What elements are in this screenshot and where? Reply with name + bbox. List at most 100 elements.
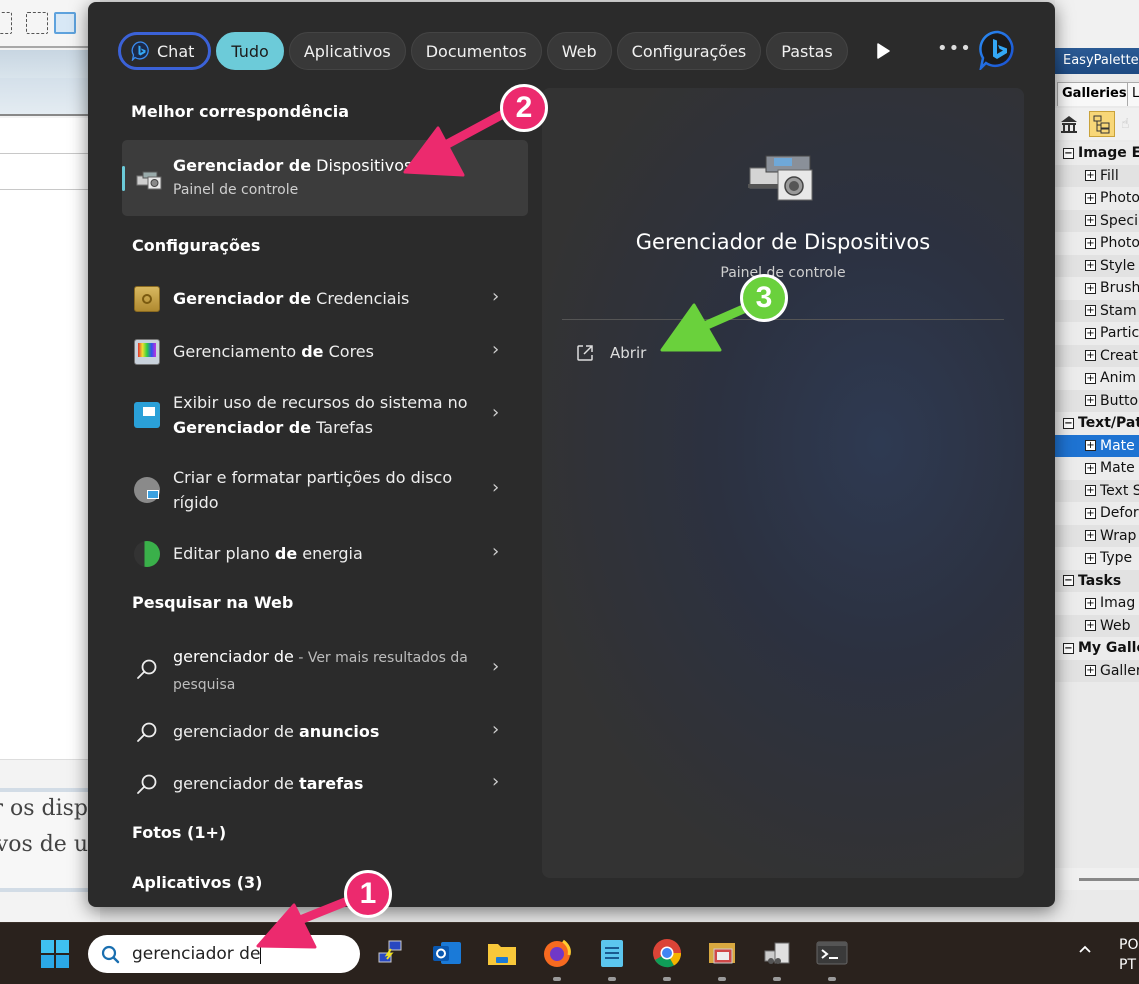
web-search-item[interactable]: gerenciador de anuncios › [118,717,538,747]
tree-item[interactable]: + Brush [1055,277,1139,300]
expand-icon[interactable]: + [1085,350,1096,362]
expand-icon[interactable]: + [1085,440,1096,452]
tree-group[interactable]: − Tasks [1055,569,1139,592]
remote-desktop-icon[interactable] [375,937,407,969]
tree-group[interactable]: − Text/Pat [1055,412,1139,435]
settings-item-color-management[interactable]: Gerenciamento de Cores › [118,337,538,367]
expand-icon[interactable]: + [1085,620,1096,632]
expand-icon[interactable]: + [1085,215,1096,227]
tree-item[interactable]: + Style [1055,254,1139,277]
settings-item-disk-partition[interactable]: Criar e formatar partições do disco rígi… [118,465,538,517]
tree-item[interactable]: + Mate [1055,434,1139,457]
open-button[interactable]: Abrir [576,344,646,362]
filter-tudo[interactable]: Tudo [216,32,284,70]
tree-item[interactable]: + Defor [1055,502,1139,525]
collapse-icon[interactable]: − [1063,147,1074,159]
tree-item[interactable]: + Galler [1055,659,1139,682]
expand-icon[interactable]: + [1085,305,1096,317]
notepad-icon[interactable] [596,937,628,981]
tree-item[interactable]: + Anim [1055,367,1139,390]
expand-icon[interactable]: + [1085,395,1096,407]
expand-icon[interactable]: + [1085,192,1096,204]
item-label: Editar plano de energia [173,544,363,563]
selection-hand-active-icon[interactable] [54,12,76,34]
photo-gallery-icon[interactable] [706,937,738,981]
home-gallery-icon[interactable] [1059,114,1079,134]
tree-item[interactable]: + Creat [1055,344,1139,367]
expand-icon[interactable]: + [1085,507,1096,519]
expand-icon[interactable]: + [1085,530,1096,542]
tree-item[interactable]: + Mate [1055,457,1139,480]
expand-icon[interactable]: + [1085,485,1096,497]
best-match-subtitle: Painel de controle [173,182,299,198]
filter-aplicativos[interactable]: Aplicativos [288,32,406,70]
filter-configuracoes[interactable]: Configurações [616,32,762,70]
tree-item[interactable]: + Speci [1055,209,1139,232]
outlook-icon[interactable] [431,937,463,969]
language-indicator[interactable]: PO PT [1119,935,1138,975]
filter-web[interactable]: Web [546,32,612,70]
windows-start-icon[interactable] [40,939,70,969]
tree-group[interactable]: −My Galle [1055,637,1139,660]
chrome-icon[interactable] [651,937,683,981]
expand-icon[interactable]: + [1085,170,1096,182]
tree-item[interactable]: + Type [1055,547,1139,570]
best-match-item[interactable]: Gerenciador de Dispositivos Painel de co… [122,140,528,216]
filter-pastas[interactable]: Pastas [766,32,848,70]
tree-view-icon[interactable] [1089,111,1115,137]
section-photos[interactable]: Fotos (1+) [132,823,226,842]
bing-chat-button[interactable] [978,30,1018,72]
tree-group[interactable]: −Image Er [1055,142,1139,165]
expand-icon[interactable]: + [1085,327,1096,339]
settings-item-task-manager[interactable]: Exibir uso de recursos do sistema no Ger… [118,390,538,442]
toolbar-button[interactable] [0,12,12,34]
search-icon [137,722,157,742]
settings-item-power-plan[interactable]: Editar plano de energia › [118,539,538,569]
expand-icon[interactable]: + [1085,372,1096,384]
section-apps[interactable]: Aplicativos (3) [132,873,263,892]
tree-item[interactable]: + Wrap [1055,524,1139,547]
tree-item[interactable]: + Partic [1055,322,1139,345]
collapse-icon[interactable]: − [1063,642,1074,654]
tree-item[interactable]: + Photo [1055,187,1139,210]
device-manager-icon[interactable] [761,937,793,981]
tree-item[interactable]: + Butto [1055,389,1139,412]
tree-item[interactable]: + Fill [1055,164,1139,187]
web-search-item[interactable]: gerenciador de tarefas › [118,769,538,799]
tree-label: Web [1100,617,1131,634]
item-label: Gerenciador de Credenciais [173,289,410,308]
horizontal-scrollbar[interactable] [1055,868,1139,890]
selection-accent [122,166,125,191]
collapse-icon[interactable]: − [1063,417,1074,429]
expand-icon[interactable]: + [1085,462,1096,474]
filter-chat[interactable]: Chat [118,32,212,70]
firefox-icon[interactable] [541,937,573,981]
expand-icon[interactable]: + [1085,552,1096,564]
filter-documentos[interactable]: Documentos [410,32,542,70]
credential-manager-icon [134,286,160,312]
tree-item[interactable]: + Web [1055,614,1139,637]
terminal-icon[interactable] [816,937,848,981]
more-options-button[interactable]: ••• [937,38,971,62]
expand-icon[interactable]: + [1085,282,1096,294]
hand-tool-icon[interactable]: ☝ [1121,116,1130,132]
tab-next[interactable]: L [1127,82,1139,106]
taskbar-search-input[interactable]: gerenciador de [88,935,360,973]
expand-icon[interactable]: + [1085,665,1096,677]
scrollbar-thumb[interactable] [1079,878,1139,881]
expand-icon[interactable]: + [1085,260,1096,272]
tab-galleries[interactable]: Galleries [1057,82,1132,106]
expand-icon[interactable]: + [1085,237,1096,249]
show-hidden-icons-chevron-up-icon[interactable] [1075,941,1095,961]
tree-item[interactable]: + Imag [1055,592,1139,615]
tree-item[interactable]: + Photo [1055,232,1139,255]
selection-hand-icon[interactable] [26,12,48,34]
web-search-item[interactable]: gerenciador de - Ver mais resultados da … [118,644,538,696]
file-explorer-icon[interactable] [486,937,518,969]
tree-item[interactable]: + Stam [1055,299,1139,322]
more-filters-play-button[interactable] [871,39,895,63]
expand-icon[interactable]: + [1085,597,1096,609]
collapse-icon[interactable]: − [1063,575,1074,587]
tree-item[interactable]: + Text S [1055,479,1139,502]
settings-item-credential-manager[interactable]: Gerenciador de Credenciais › [118,284,538,314]
